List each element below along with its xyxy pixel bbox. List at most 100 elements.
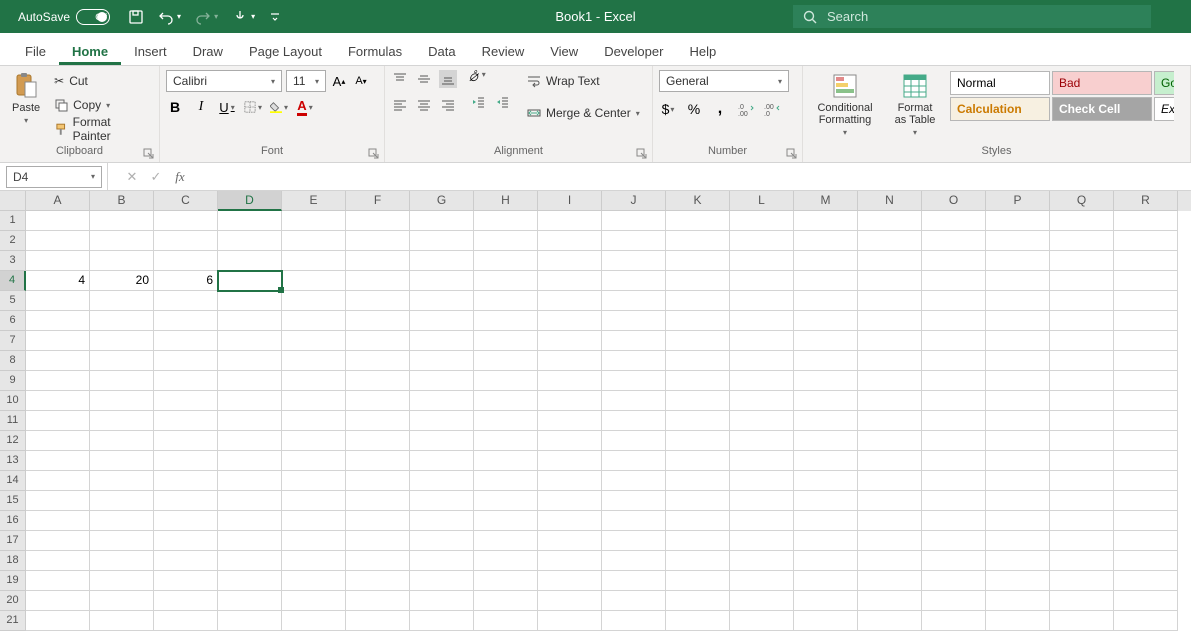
cell[interactable] bbox=[410, 611, 474, 631]
cell[interactable] bbox=[218, 291, 282, 311]
cell[interactable] bbox=[602, 451, 666, 471]
column-header[interactable]: A bbox=[26, 191, 90, 211]
cell[interactable] bbox=[986, 391, 1050, 411]
cell[interactable] bbox=[730, 411, 794, 431]
row-header[interactable]: 15 bbox=[0, 491, 26, 511]
cell[interactable] bbox=[730, 451, 794, 471]
cell[interactable] bbox=[666, 351, 730, 371]
column-header[interactable]: F bbox=[346, 191, 410, 211]
cell[interactable] bbox=[666, 271, 730, 291]
cell[interactable] bbox=[986, 371, 1050, 391]
cell[interactable] bbox=[1114, 591, 1178, 611]
cell[interactable] bbox=[90, 451, 154, 471]
cell[interactable] bbox=[346, 531, 410, 551]
cell[interactable] bbox=[410, 431, 474, 451]
cell[interactable] bbox=[1050, 411, 1114, 431]
decrease-decimal-icon[interactable]: .00.0 bbox=[763, 100, 781, 118]
cell[interactable] bbox=[346, 451, 410, 471]
cell[interactable] bbox=[346, 251, 410, 271]
cell[interactable] bbox=[730, 551, 794, 571]
cell[interactable] bbox=[346, 271, 410, 291]
cell[interactable] bbox=[90, 491, 154, 511]
cell[interactable] bbox=[474, 291, 538, 311]
search-input[interactable] bbox=[827, 9, 1141, 24]
cell[interactable] bbox=[1114, 451, 1178, 471]
cell[interactable] bbox=[90, 551, 154, 571]
cell[interactable] bbox=[666, 511, 730, 531]
cell[interactable] bbox=[538, 311, 602, 331]
cell[interactable] bbox=[1114, 411, 1178, 431]
column-header[interactable]: G bbox=[410, 191, 474, 211]
cell[interactable] bbox=[346, 471, 410, 491]
cell[interactable] bbox=[218, 431, 282, 451]
cell[interactable] bbox=[602, 571, 666, 591]
cell[interactable] bbox=[666, 471, 730, 491]
cell[interactable] bbox=[154, 431, 218, 451]
cell[interactable] bbox=[794, 531, 858, 551]
cell[interactable] bbox=[1114, 431, 1178, 451]
cell[interactable] bbox=[602, 491, 666, 511]
align-bottom-icon[interactable] bbox=[439, 70, 457, 88]
row-header[interactable]: 1 bbox=[0, 211, 26, 231]
row-header[interactable]: 8 bbox=[0, 351, 26, 371]
cut-button[interactable]: ✂Cut bbox=[50, 70, 153, 92]
cell[interactable] bbox=[794, 271, 858, 291]
cell[interactable] bbox=[1050, 531, 1114, 551]
column-header[interactable]: I bbox=[538, 191, 602, 211]
row-header[interactable]: 13 bbox=[0, 451, 26, 471]
font-color-button[interactable]: A▾ bbox=[296, 98, 314, 116]
align-right-icon[interactable] bbox=[439, 96, 457, 114]
cell[interactable] bbox=[1114, 611, 1178, 631]
cell[interactable] bbox=[666, 611, 730, 631]
cell[interactable] bbox=[410, 291, 474, 311]
cell[interactable] bbox=[474, 411, 538, 431]
cell[interactable] bbox=[26, 291, 90, 311]
cell[interactable] bbox=[1050, 351, 1114, 371]
name-box[interactable]: D4▾ bbox=[6, 166, 102, 188]
undo-button[interactable]: ▾ bbox=[158, 9, 181, 25]
cancel-formula-button[interactable]: ✕ bbox=[120, 169, 144, 185]
cell[interactable] bbox=[858, 511, 922, 531]
cell[interactable] bbox=[538, 291, 602, 311]
cell[interactable] bbox=[26, 391, 90, 411]
row-header[interactable]: 18 bbox=[0, 551, 26, 571]
font-launcher-icon[interactable] bbox=[368, 148, 380, 160]
row-header[interactable]: 11 bbox=[0, 411, 26, 431]
cell[interactable] bbox=[666, 311, 730, 331]
cell[interactable] bbox=[474, 591, 538, 611]
cell[interactable] bbox=[730, 271, 794, 291]
row-header[interactable]: 4 bbox=[0, 271, 26, 291]
cell[interactable] bbox=[26, 371, 90, 391]
cell[interactable] bbox=[1050, 311, 1114, 331]
cell[interactable] bbox=[154, 471, 218, 491]
cell[interactable] bbox=[602, 511, 666, 531]
cell[interactable] bbox=[1114, 491, 1178, 511]
cell[interactable] bbox=[1114, 471, 1178, 491]
cell[interactable] bbox=[794, 471, 858, 491]
cell[interactable] bbox=[986, 311, 1050, 331]
cell[interactable] bbox=[538, 571, 602, 591]
cell[interactable] bbox=[154, 251, 218, 271]
cell[interactable] bbox=[282, 271, 346, 291]
cell[interactable] bbox=[154, 591, 218, 611]
cell[interactable] bbox=[730, 391, 794, 411]
cell[interactable] bbox=[986, 411, 1050, 431]
row-header[interactable]: 2 bbox=[0, 231, 26, 251]
column-header[interactable]: J bbox=[602, 191, 666, 211]
cell[interactable] bbox=[602, 591, 666, 611]
tab-draw[interactable]: Draw bbox=[180, 36, 236, 65]
cell[interactable] bbox=[666, 531, 730, 551]
cell[interactable] bbox=[26, 331, 90, 351]
cell[interactable] bbox=[346, 351, 410, 371]
cell[interactable] bbox=[1050, 551, 1114, 571]
cell[interactable] bbox=[282, 311, 346, 331]
cell[interactable] bbox=[986, 471, 1050, 491]
cell[interactable] bbox=[986, 551, 1050, 571]
cell[interactable] bbox=[922, 311, 986, 331]
cell[interactable] bbox=[858, 411, 922, 431]
cell[interactable] bbox=[154, 291, 218, 311]
cell[interactable] bbox=[730, 491, 794, 511]
column-header[interactable]: L bbox=[730, 191, 794, 211]
cell[interactable] bbox=[26, 511, 90, 531]
cell[interactable] bbox=[538, 591, 602, 611]
